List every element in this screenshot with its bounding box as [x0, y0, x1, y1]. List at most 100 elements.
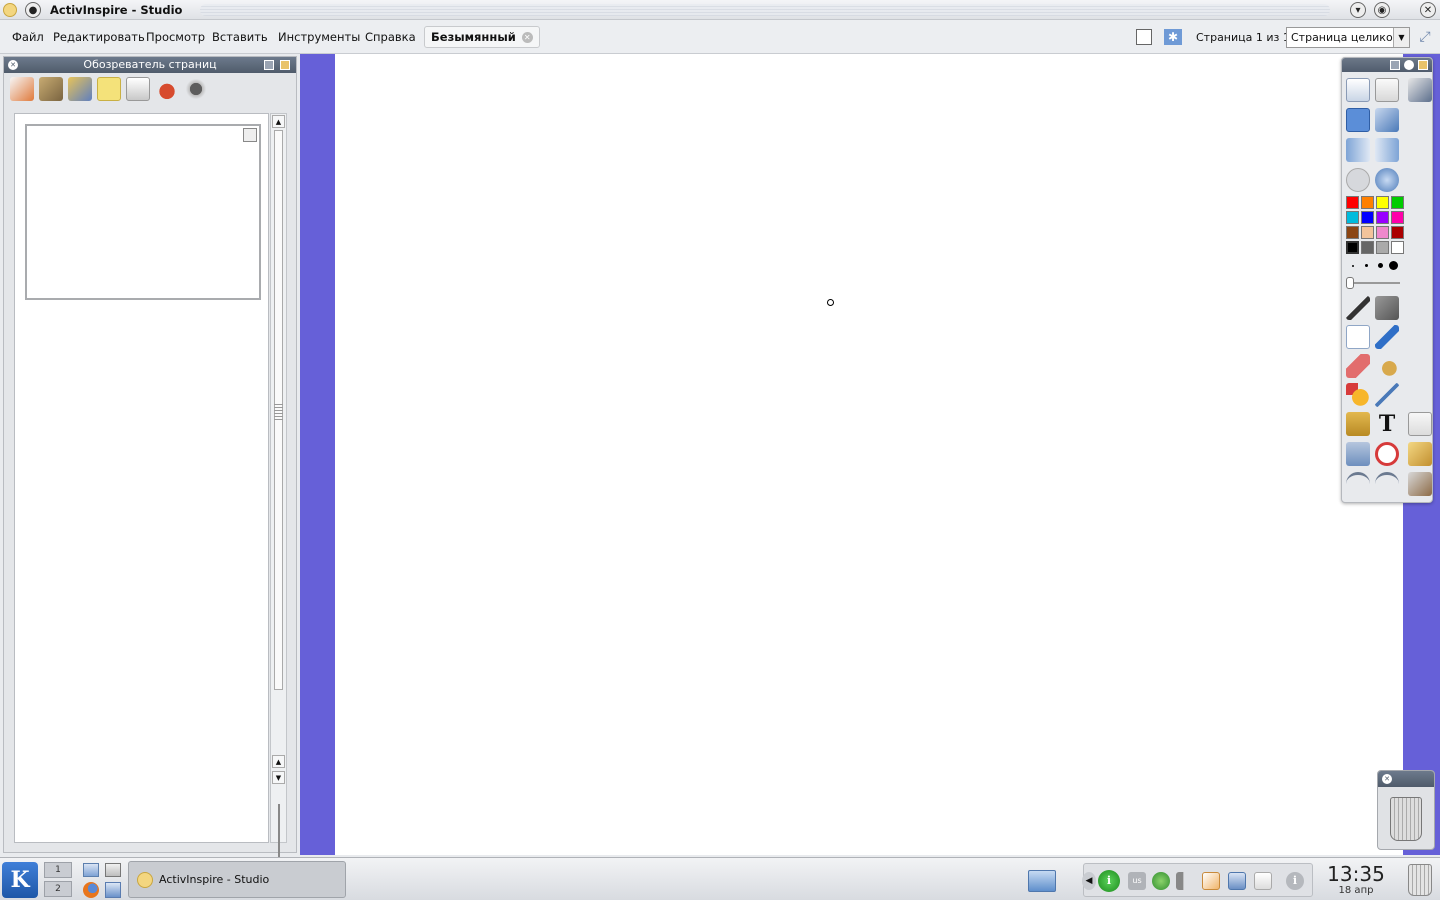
- color-swatch-gray[interactable]: [1376, 241, 1389, 254]
- signature-icon[interactable]: [1408, 78, 1432, 102]
- panel-options-icon[interactable]: [264, 60, 274, 70]
- tray-collapse-icon[interactable]: ◀: [1082, 872, 1096, 890]
- scroll-up-button[interactable]: ▲: [272, 755, 285, 768]
- page-browser-icon[interactable]: [10, 77, 34, 101]
- highlighter-icon[interactable]: [1375, 325, 1399, 349]
- redo-icon[interactable]: [1375, 472, 1399, 496]
- pen-width-slider[interactable]: [1348, 282, 1400, 284]
- network-tray-icon[interactable]: [1228, 872, 1246, 890]
- update-icon[interactable]: [1152, 872, 1170, 890]
- color-swatch-pink[interactable]: [1376, 226, 1389, 239]
- main-menu-icon[interactable]: [1346, 78, 1370, 102]
- next-page-icon[interactable]: [1375, 138, 1399, 162]
- pen-width-2[interactable]: [1365, 264, 1368, 267]
- menu-insert[interactable]: Вставить: [212, 30, 268, 44]
- desktop-1-button[interactable]: 1: [44, 862, 72, 878]
- device-notifier-icon[interactable]: [1254, 872, 1272, 890]
- pen-width-4[interactable]: [1389, 261, 1398, 270]
- play-icon[interactable]: [1346, 168, 1370, 192]
- reset-icon[interactable]: [1346, 442, 1370, 466]
- file-manager-icon[interactable]: [105, 863, 121, 877]
- clipboard-icon[interactable]: [1408, 412, 1432, 436]
- action-browser-icon[interactable]: [184, 77, 208, 101]
- tools-icon[interactable]: [1375, 296, 1399, 320]
- clipboard-tray-icon[interactable]: [1202, 872, 1220, 890]
- page-view-icon[interactable]: [1136, 29, 1152, 45]
- object-browser-icon[interactable]: [126, 77, 150, 101]
- page-browser-scrollbar[interactable]: ▲ ▲ ▼: [270, 113, 287, 878]
- color-swatch-cyan[interactable]: [1346, 211, 1359, 224]
- pen-width-3[interactable]: [1378, 263, 1383, 268]
- web-browser-icon[interactable]: [1375, 168, 1399, 192]
- color-swatch-yellow[interactable]: [1376, 196, 1389, 209]
- scroll-up-icon[interactable]: ▲: [272, 115, 285, 128]
- toolbox-header[interactable]: [1342, 58, 1432, 72]
- menu-tools[interactable]: Инструменты: [278, 30, 360, 44]
- maximize-button[interactable]: ◉: [1374, 2, 1390, 18]
- app-icon[interactable]: [3, 3, 17, 17]
- pen-icon[interactable]: [1346, 325, 1370, 349]
- zoom-select[interactable]: Страница целиком ▼: [1286, 27, 1410, 48]
- toolbox-pin-icon[interactable]: [1418, 60, 1428, 70]
- customize-icon[interactable]: [1408, 472, 1432, 496]
- kde-menu-button[interactable]: K: [2, 862, 38, 898]
- color-swatch-peach[interactable]: [1361, 226, 1374, 239]
- page-thumbnail[interactable]: [25, 124, 261, 300]
- desktop-tools-icon[interactable]: [1375, 108, 1399, 132]
- minimize-button[interactable]: ▾: [1350, 2, 1366, 18]
- previous-page-icon[interactable]: [1346, 138, 1370, 162]
- menu-help[interactable]: Справка: [365, 30, 416, 44]
- camera-icon[interactable]: [1346, 412, 1370, 436]
- toolbox-collapse-icon[interactable]: [1404, 60, 1414, 70]
- firefox-icon[interactable]: [83, 882, 99, 898]
- close-tab-icon[interactable]: ✕: [521, 31, 533, 43]
- toolbox-options-icon[interactable]: [1390, 60, 1400, 70]
- fill-icon[interactable]: [1375, 354, 1399, 378]
- color-swatch-white[interactable]: [1391, 241, 1404, 254]
- panel-pin-icon[interactable]: [280, 60, 290, 70]
- scroll-down-button[interactable]: ▼: [272, 771, 285, 784]
- select-icon[interactable]: [1346, 296, 1370, 320]
- page-notes-icon[interactable]: [1408, 442, 1432, 466]
- color-swatch-blue[interactable]: [1361, 211, 1374, 224]
- chevron-down-icon[interactable]: ▼: [1393, 28, 1409, 47]
- menu-view[interactable]: Просмотр: [146, 30, 205, 44]
- eraser-icon[interactable]: [1346, 354, 1370, 378]
- connector-icon[interactable]: [1375, 383, 1399, 407]
- desktop-annotate-icon[interactable]: [1346, 108, 1370, 132]
- snowflake-icon[interactable]: ✱: [1164, 29, 1182, 45]
- show-desktop-icon[interactable]: [83, 863, 99, 877]
- flipchart-page[interactable]: [335, 54, 1403, 855]
- text-icon[interactable]: T: [1375, 412, 1399, 436]
- profiles-icon[interactable]: [1375, 78, 1399, 102]
- info-gray-icon[interactable]: i: [1286, 872, 1304, 890]
- pen-width-1[interactable]: [1352, 265, 1354, 267]
- task-activinspire[interactable]: ActivInspire - Studio: [128, 861, 346, 898]
- shape-icon[interactable]: [1346, 383, 1370, 407]
- clear-icon[interactable]: [1375, 442, 1399, 466]
- window-menu-button[interactable]: ●: [25, 2, 41, 18]
- menu-edit[interactable]: Редактировать: [53, 30, 145, 44]
- tab-document[interactable]: Безымянный ✕: [424, 26, 540, 48]
- close-widget-icon[interactable]: ✕: [1382, 774, 1392, 784]
- color-swatch-green[interactable]: [1391, 196, 1404, 209]
- pen-width-handle[interactable]: [1346, 277, 1354, 289]
- color-swatch-magenta[interactable]: [1391, 211, 1404, 224]
- menu-file[interactable]: Файл: [12, 30, 44, 44]
- clock-time[interactable]: 13:35: [1326, 862, 1386, 886]
- resource-library-icon[interactable]: [68, 77, 92, 101]
- page-menu-icon[interactable]: [243, 128, 257, 142]
- konqueror-icon[interactable]: [105, 882, 121, 898]
- undo-icon[interactable]: [1346, 472, 1370, 496]
- fullscreen-icon[interactable]: ⤢: [1416, 29, 1434, 45]
- trash-icon[interactable]: [1390, 797, 1422, 841]
- resource-browser-icon[interactable]: [39, 77, 63, 101]
- color-swatch-dark-red[interactable]: [1391, 226, 1404, 239]
- property-browser-icon[interactable]: [155, 77, 179, 101]
- color-swatch-black[interactable]: [1346, 241, 1359, 254]
- trash-taskbar-icon[interactable]: [1408, 864, 1432, 896]
- color-swatch-purple[interactable]: [1376, 211, 1389, 224]
- info-green-icon[interactable]: i: [1098, 870, 1120, 892]
- color-swatch-red[interactable]: [1346, 196, 1359, 209]
- color-swatch-dark-gray[interactable]: [1361, 241, 1374, 254]
